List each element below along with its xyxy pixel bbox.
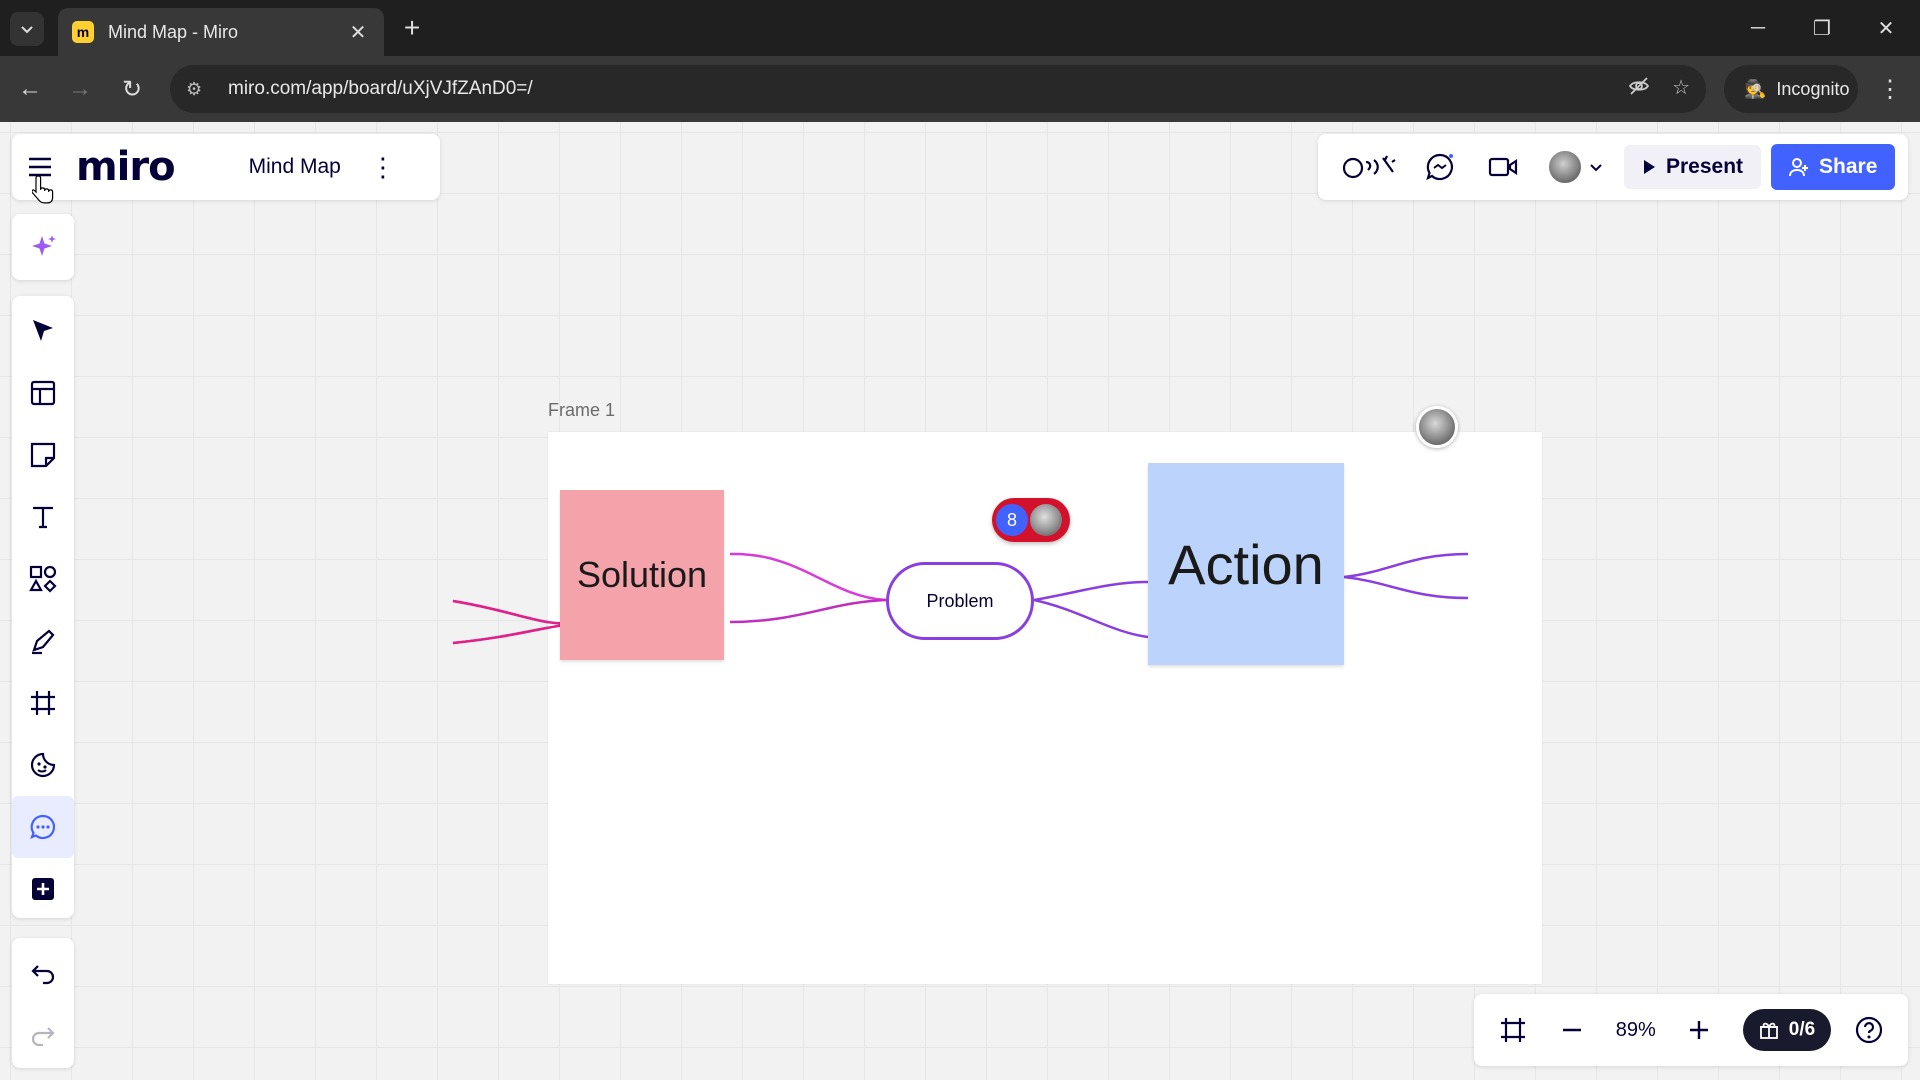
collaboration-panel: Present Share: [1318, 134, 1908, 200]
board-header-panel: miro Mind Map ⋮: [12, 134, 440, 200]
browser-tab[interactable]: m Mind Map - Miro ✕: [58, 8, 384, 56]
comment-author-avatar: [1030, 504, 1062, 536]
close-window-icon[interactable]: ✕: [1866, 10, 1906, 46]
frame-icon: [31, 691, 55, 715]
share-label: Share: [1819, 155, 1878, 178]
minus-icon: [1563, 1028, 1582, 1032]
redo-button[interactable]: [12, 1004, 74, 1066]
add-more-tool[interactable]: [12, 858, 74, 920]
zoom-out-button[interactable]: [1543, 1002, 1602, 1058]
frame-tool[interactable]: [12, 672, 74, 734]
share-button[interactable]: Share: [1771, 144, 1896, 190]
mouse-pointer-icon: [32, 175, 54, 204]
stickers-icon: [30, 752, 56, 778]
chat-icon[interactable]: [1410, 144, 1470, 190]
plus-icon: [1690, 1021, 1709, 1039]
frame-fit-icon: [1501, 1018, 1526, 1042]
comment-icon: [30, 814, 56, 840]
tab-title: Mind Map - Miro: [108, 21, 239, 42]
eye-off-icon[interactable]: [1628, 75, 1650, 103]
user-avatar: [1547, 149, 1583, 185]
stickers-tool[interactable]: [12, 734, 74, 796]
play-icon: [1644, 160, 1655, 174]
gift-icon: [1759, 1022, 1778, 1039]
address-bar[interactable]: ⚙ miro.com/app/board/uXjVJfZAnD0=/ ☆: [170, 65, 1706, 113]
ai-assist-panel: [12, 214, 74, 280]
forward-icon[interactable]: →: [62, 71, 98, 107]
onboarding-progress-button[interactable]: 0/6: [1742, 1009, 1832, 1051]
select-tool[interactable]: [12, 300, 74, 362]
reactions-icon[interactable]: [1332, 144, 1410, 190]
main-toolbar: [12, 296, 74, 918]
reload-icon[interactable]: ↻: [114, 71, 150, 107]
back-icon[interactable]: ←: [12, 71, 48, 107]
redo-icon: [31, 1027, 55, 1047]
bookmark-star-icon[interactable]: ☆: [1672, 75, 1690, 103]
ai-sparkle-button[interactable]: [12, 216, 74, 278]
comment-pin[interactable]: 8: [992, 498, 1070, 542]
browser-menu-icon[interactable]: ⋮: [1872, 71, 1908, 107]
undo-icon: [31, 965, 55, 985]
tab-close-icon[interactable]: ✕: [346, 20, 370, 45]
undo-button[interactable]: [12, 942, 74, 1004]
sticky-note-solution[interactable]: Solution: [560, 490, 724, 660]
help-icon: [1855, 1016, 1882, 1044]
minimize-icon[interactable]: ─: [1738, 10, 1778, 46]
ai-sparkle-icon: [32, 235, 56, 256]
text-tool[interactable]: [12, 486, 74, 548]
sticky-note-tool[interactable]: [12, 424, 74, 486]
url-text: miro.com/app/board/uXjVJfZAnD0=/: [228, 78, 533, 99]
select-cursor-icon: [33, 320, 53, 341]
miro-logo[interactable]: miro: [76, 144, 176, 190]
incognito-label: Incognito: [1776, 78, 1850, 99]
templates-tool[interactable]: [12, 362, 74, 424]
zoom-level[interactable]: 89%: [1602, 1019, 1671, 1042]
comment-tool[interactable]: [12, 796, 74, 858]
collaborators-menu[interactable]: [1536, 144, 1614, 190]
board-name[interactable]: Mind Map: [249, 155, 341, 179]
share-people-icon: [1789, 158, 1809, 177]
templates-icon: [30, 380, 56, 406]
fit-to-screen-button[interactable]: [1484, 1002, 1543, 1058]
present-label: Present: [1666, 155, 1744, 178]
browser-toolbar: ← → ↻ ⚙ miro.com/app/board/uXjVJfZAnD0=/…: [0, 56, 1920, 122]
chevron-down-icon: [21, 26, 33, 34]
board-canvas[interactable]: Frame 1 Solution Problem Action 8 miro M…: [0, 122, 1920, 1080]
video-call-icon[interactable]: [1470, 144, 1536, 190]
zoom-in-button[interactable]: [1670, 1002, 1729, 1058]
incognito-icon: 🕵: [1744, 78, 1767, 99]
restore-icon[interactable]: ❐: [1802, 10, 1842, 46]
present-button[interactable]: Present: [1624, 145, 1762, 189]
text-icon: [33, 506, 53, 529]
comment-count-badge: 8: [996, 504, 1028, 536]
sticky-note-action[interactable]: Action: [1148, 463, 1344, 665]
pen-icon: [32, 629, 55, 655]
add-more-icon: [32, 878, 54, 900]
frame-label[interactable]: Frame 1: [548, 400, 615, 421]
mindmap-node-problem[interactable]: Problem: [886, 562, 1034, 640]
shapes-icon: [29, 565, 57, 593]
history-panel: [12, 938, 74, 1068]
browser-tab-bar: m Mind Map - Miro ✕ + ─ ❐ ✕: [0, 0, 1920, 56]
sticky-note-icon: [30, 442, 56, 468]
help-button[interactable]: [1839, 1002, 1898, 1058]
pen-tool[interactable]: [12, 610, 74, 672]
zoom-panel: 89% 0/6: [1474, 994, 1908, 1066]
tab-search-button[interactable]: [10, 12, 44, 46]
shapes-tool[interactable]: [12, 548, 74, 610]
onboarding-progress: 0/6: [1788, 1019, 1816, 1040]
miro-favicon-icon: m: [72, 21, 94, 43]
board-options-icon[interactable]: ⋮: [370, 147, 396, 187]
incognito-badge[interactable]: 🕵 Incognito: [1724, 65, 1858, 113]
chevron-down-icon: [1590, 164, 1602, 172]
site-settings-icon[interactable]: ⚙: [186, 79, 214, 100]
new-tab-button[interactable]: +: [396, 12, 428, 44]
collaborator-avatar[interactable]: [1416, 406, 1458, 448]
